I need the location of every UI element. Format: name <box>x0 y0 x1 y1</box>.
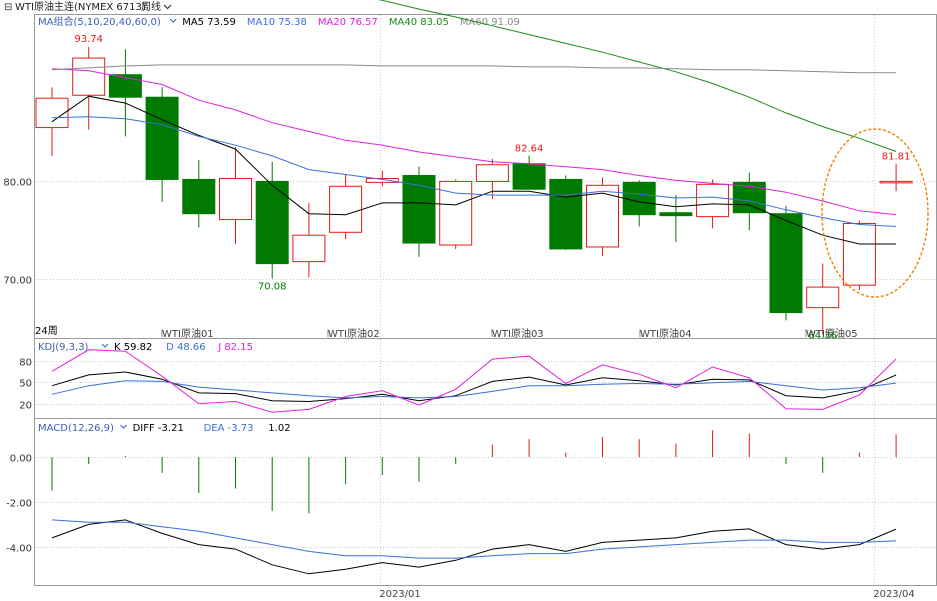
candle <box>659 195 693 243</box>
candle <box>255 161 289 279</box>
legend-item: MA10 75.38 <box>247 17 307 28</box>
ma-line-ma10 <box>51 116 897 227</box>
candle-body-down <box>145 96 179 180</box>
legend-item: MA40 83.05 <box>389 17 449 28</box>
candle-body-down <box>622 181 656 216</box>
contract-label: WTI原油02 <box>328 327 380 340</box>
y-tick-label: 70.00 <box>3 276 32 287</box>
kdj-panel[interactable] <box>51 349 897 413</box>
candle-body-up <box>329 185 363 233</box>
ma-line-ma5 <box>51 95 897 245</box>
header-menu-icon[interactable]: ⊟ <box>4 2 12 13</box>
candle <box>182 159 216 228</box>
candle <box>145 87 179 202</box>
chart-header[interactable]: ⊟ WTI原油主连(NYMEX 6713) 周线 <box>0 0 937 14</box>
candle-body-up <box>35 97 69 129</box>
kdj-line-k <box>51 371 897 403</box>
recent-high-label: 82.64 <box>515 144 544 155</box>
legend-item: DEA -3.73 <box>204 423 254 434</box>
candle <box>842 220 876 291</box>
macd-dea-line <box>51 519 897 559</box>
contract-label: WTI原油04 <box>640 327 692 340</box>
macd-legend: MACD(12,26,9) DIFF -3.21 DEA -3.73 1.02 <box>38 423 291 434</box>
y-axis-ticks: 80.00 70.00 80 50 20 0.00 -2.00 -4.00 <box>3 178 32 555</box>
ma-legend: MA组合(5,10,20,40,60,0) MA5 73.59 MA10 75.38… <box>38 15 520 28</box>
legend-item: MA20 76.57 <box>318 17 378 28</box>
candle-body-down <box>512 163 546 190</box>
contract-label: WTI原油01 <box>162 327 214 340</box>
chevron-down-icon <box>101 343 109 348</box>
candle-body-down <box>769 213 803 314</box>
legend-item: D 48.66 <box>166 342 206 353</box>
y-tick-label: 80.00 <box>3 178 32 189</box>
high-price-label: 93.74 <box>74 34 103 45</box>
candle <box>108 49 142 137</box>
contract-label: WTI原油03 <box>492 327 544 340</box>
y-tick-label: -4.00 <box>6 544 32 555</box>
legend-label: MACD(12,26,9) <box>38 423 114 434</box>
candle <box>549 175 583 250</box>
x-date-label: 2023/04 <box>873 589 915 600</box>
candle <box>329 174 363 240</box>
x-axis-dates: 2023/01 2023/04 <box>379 589 915 600</box>
legend-item: DIFF -3.21 <box>133 423 184 434</box>
macd-diff-line <box>51 519 897 575</box>
instrument-title: WTI原油主连(NYMEX 6713) <box>15 0 146 13</box>
kdj-line-j <box>51 349 897 413</box>
ma-line-ma20 <box>51 68 897 216</box>
candle <box>586 177 619 256</box>
legend-label: KDJ(9,3,3) <box>38 342 89 353</box>
candle-body-up <box>879 180 913 184</box>
candle <box>475 158 509 200</box>
last-price-label: 81.81 <box>882 152 911 163</box>
legend-item: MA5 73.59 <box>182 17 236 28</box>
candle-body-up <box>292 234 326 263</box>
period-selector[interactable]: 周线 <box>141 0 161 13</box>
candle <box>512 155 546 190</box>
candle-body-down <box>659 212 693 217</box>
candle <box>439 179 473 249</box>
legend-item: 1.02 <box>268 423 290 434</box>
legend-label: MA组合(5,10,20,40,60,0) <box>38 15 161 28</box>
legend-item: MA60 91.09 <box>460 17 520 28</box>
candle <box>402 166 436 257</box>
candle-body-up <box>806 286 840 309</box>
candle-body-up <box>842 222 876 286</box>
low-price-label: 70.08 <box>258 281 287 292</box>
candle-body-up <box>475 164 509 182</box>
contract-label: WTI原油05 <box>806 327 858 340</box>
candle-body-down <box>182 178 216 215</box>
chevron-down-icon <box>169 18 177 23</box>
y-tick-label: -2.00 <box>6 499 32 510</box>
kdj-legend: KDJ(9,3,3) K 59.82 D 48.66 J 82.15 <box>38 342 253 353</box>
chevron-down-icon <box>120 424 127 429</box>
candle <box>365 170 399 187</box>
y-tick-label: 50 <box>19 379 32 390</box>
y-tick-label: 0.00 <box>10 454 32 465</box>
candle-body-up <box>72 57 106 96</box>
candle <box>219 147 252 245</box>
period-marker: 24周 <box>35 325 58 337</box>
candle-body-up <box>219 177 252 221</box>
y-tick-label: 20 <box>19 401 32 412</box>
macd-panel[interactable] <box>51 430 897 575</box>
x-date-label: 2023/01 <box>379 589 421 600</box>
candle-body-down <box>732 181 766 214</box>
legend-item: J 82.15 <box>217 342 253 353</box>
y-tick-label: 80 <box>19 358 32 369</box>
candle <box>879 163 913 192</box>
price-panel[interactable] <box>35 0 913 335</box>
candle <box>806 263 840 335</box>
candle-body-down <box>549 178 583 250</box>
ma-line-ma60 <box>51 64 897 74</box>
candle <box>769 205 803 321</box>
kline-chart[interactable]: ⊟ WTI原油主连(NYMEX 6713) 周线 MA组合(5,10,20,40… <box>0 0 937 601</box>
candle-body-up <box>696 183 730 218</box>
